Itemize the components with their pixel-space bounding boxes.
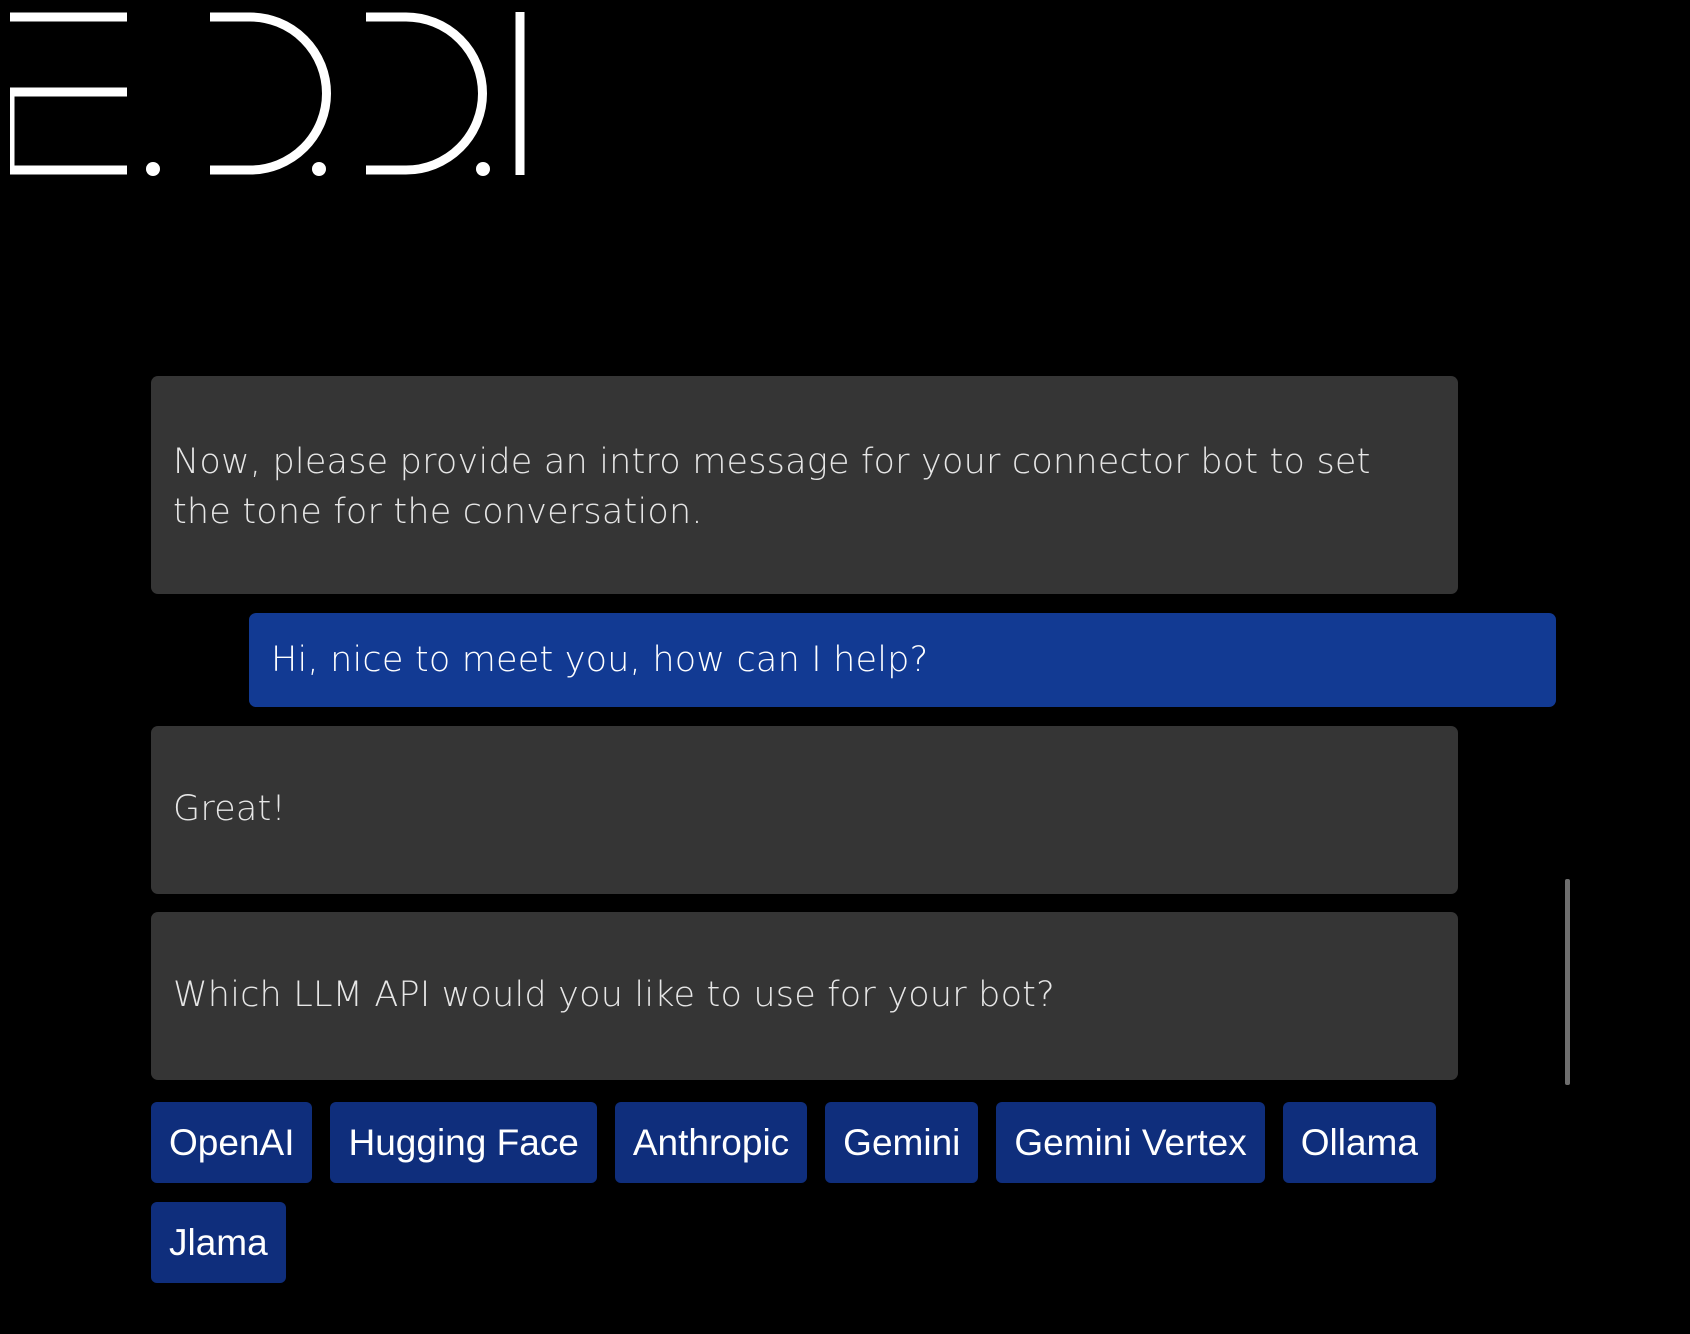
bot-message: Now, please provide an intro message for… — [151, 376, 1458, 594]
quick-reply-anthropic[interactable]: Anthropic — [614, 1102, 808, 1183]
bot-message: Which LLM API would you like to use for … — [151, 912, 1458, 1080]
quick-reply-openai[interactable]: OpenAI — [151, 1102, 313, 1183]
eddi-logo — [5, 12, 530, 177]
quick-replies: OpenAI Hugging Face Anthropic Gemini Gem… — [151, 1102, 1451, 1283]
eddi-logo-mark — [5, 12, 525, 176]
quick-reply-jlama[interactable]: Jlama — [151, 1202, 286, 1283]
bot-message: Great! — [151, 726, 1458, 894]
chat-history: Now, please provide an intro message for… — [151, 376, 1563, 1084]
quick-reply-gemini-vertex[interactable]: Gemini Vertex — [996, 1102, 1265, 1183]
user-message: Hi, nice to meet you, how can I help? — [249, 613, 1556, 707]
chat-scrollbar[interactable] — [1565, 879, 1570, 1085]
quick-reply-gemini[interactable]: Gemini — [825, 1102, 979, 1183]
quick-reply-ollama[interactable]: Ollama — [1282, 1102, 1436, 1183]
quick-reply-hugging-face[interactable]: Hugging Face — [330, 1102, 597, 1183]
